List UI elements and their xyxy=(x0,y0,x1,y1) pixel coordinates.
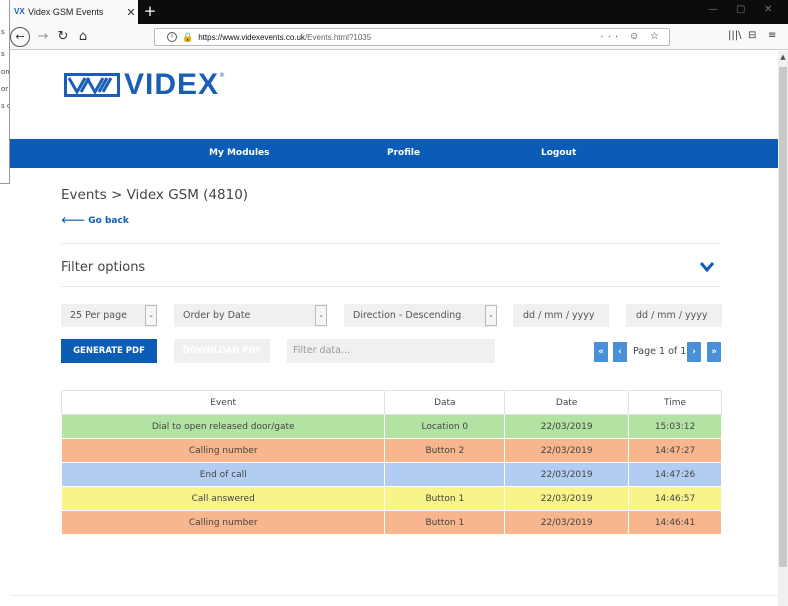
logo-text: VIDEX xyxy=(124,68,220,101)
cell-time: 15:03:12 xyxy=(628,414,722,439)
browser-tab[interactable]: VX Videx GSM Events ✕ xyxy=(10,0,138,24)
vertical-scrollbar[interactable]: ▲ xyxy=(778,51,788,606)
cell-time: 14:46:57 xyxy=(628,486,722,511)
tab-bar: VX Videx GSM Events ✕ + — ▢ ✕ xyxy=(10,0,788,24)
background-text: s xyxy=(1,50,5,58)
cell-time: 14:46:41 xyxy=(628,510,722,535)
back-arrow-icon[interactable]: ← xyxy=(10,27,30,47)
scroll-up-icon[interactable]: ▲ xyxy=(778,53,788,61)
column-header-date[interactable]: Date xyxy=(504,390,630,415)
cell-date: 22/03/2019 xyxy=(504,510,630,535)
direction-select[interactable]: Direction - Descending ⌄ xyxy=(344,304,497,327)
tab-title: Videx GSM Events xyxy=(28,7,104,17)
library-icon[interactable]: |||\ xyxy=(728,30,741,41)
minimize-icon[interactable]: — xyxy=(708,4,718,15)
cell-date: 22/03/2019 xyxy=(504,462,630,487)
background-text: or xyxy=(1,85,9,93)
divider xyxy=(61,243,721,244)
nav-my-modules[interactable]: My Modules xyxy=(209,139,270,168)
home-icon[interactable]: ⌂ xyxy=(76,27,90,47)
last-page-button[interactable]: » xyxy=(707,342,721,362)
cell-data xyxy=(384,462,506,487)
cell-data: Button 1 xyxy=(384,486,506,511)
new-tab-icon[interactable]: + xyxy=(142,2,158,20)
table-row: Calling number Button 1 22/03/2019 14:46… xyxy=(60,510,722,535)
url-bar[interactable]: i 🔒 https://www.videxevents.co.uk/Events… xyxy=(154,28,670,46)
back-arrow-icon: 🡐 xyxy=(61,216,89,226)
scrollbar-thumb[interactable] xyxy=(779,67,787,567)
prev-page-button[interactable]: ‹ xyxy=(613,342,627,362)
column-header-time[interactable]: Time xyxy=(628,390,722,415)
cell-event: Call answered xyxy=(60,486,386,511)
cell-event: End of call xyxy=(60,462,386,487)
cell-data: Button 1 xyxy=(384,510,506,535)
go-back-link[interactable]: 🡐 Go back xyxy=(61,215,129,226)
cell-event: Dial to open released door/gate xyxy=(60,414,386,439)
column-header-data[interactable]: Data xyxy=(384,390,506,415)
divider xyxy=(10,595,778,596)
cell-date: 22/03/2019 xyxy=(504,438,630,463)
videx-logo-mark-icon xyxy=(64,73,120,97)
cell-event: Calling number xyxy=(60,438,386,463)
per-page-select[interactable]: 25 Per page ⌄ xyxy=(61,304,157,327)
events-table: Event Data Date Time Dial to open releas… xyxy=(60,390,722,535)
generate-pdf-button[interactable]: GENERATE PDF xyxy=(61,339,157,363)
chevron-down-icon[interactable] xyxy=(699,261,715,273)
table-header-row: Event Data Date Time xyxy=(60,390,722,415)
cell-event: Calling number xyxy=(60,510,386,535)
close-window-icon[interactable]: ✕ xyxy=(764,4,772,15)
page-indicator: Page 1 of 1 xyxy=(633,346,687,357)
download-pdf-button[interactable]: DOWNLOAD PDF xyxy=(174,339,270,363)
maximize-icon[interactable]: ▢ xyxy=(736,4,745,15)
reload-icon[interactable]: ↻ xyxy=(56,27,70,47)
filter-data-input[interactable]: Filter data... xyxy=(287,339,495,363)
chevron-down-icon: ⌄ xyxy=(485,305,497,326)
order-by-select[interactable]: Order by Date ⌄ xyxy=(174,304,327,327)
background-text: on xyxy=(1,68,10,76)
url-text: https://www.videxevents.co.uk/Events.htm… xyxy=(198,32,372,42)
cell-time: 14:47:27 xyxy=(628,438,722,463)
info-icon[interactable]: i xyxy=(167,32,177,42)
table-row: Calling number Button 2 22/03/2019 14:47… xyxy=(60,438,722,463)
browser-toolbar: ← → ↻ ⌂ i 🔒 https://www.videxevents.co.u… xyxy=(10,24,788,50)
nav-logout[interactable]: Logout xyxy=(541,139,576,168)
page-actions-icon[interactable]: ··· ☺ ☆ xyxy=(600,31,663,42)
logo-registered: ® xyxy=(219,72,226,79)
table-row: End of call 22/03/2019 14:47:26 xyxy=(60,462,722,487)
lock-icon: 🔒 xyxy=(182,31,194,42)
date-from-input[interactable]: dd / mm / yyyy xyxy=(513,304,609,327)
page-title: Events > Videx GSM (4810) xyxy=(61,187,249,203)
videx-logo[interactable]: VIDEX ® xyxy=(64,70,225,100)
main-navigation: My Modules Profile Logout xyxy=(10,139,778,168)
column-header-event[interactable]: Event xyxy=(60,390,386,415)
cell-data: Button 2 xyxy=(384,438,506,463)
cell-date: 22/03/2019 xyxy=(504,414,630,439)
background-window: s s on or s c xyxy=(0,0,10,184)
menu-icon[interactable]: ≡ xyxy=(768,30,776,41)
chevron-down-icon: ⌄ xyxy=(315,305,327,326)
first-page-button[interactable]: « xyxy=(594,342,608,362)
cell-data: Location 0 xyxy=(384,414,506,439)
background-text: s c xyxy=(1,102,10,110)
filter-options-title[interactable]: Filter options xyxy=(61,260,145,275)
cell-date: 22/03/2019 xyxy=(504,486,630,511)
table-row: Call answered Button 1 22/03/2019 14:46:… xyxy=(60,486,722,511)
videx-favicon-icon: VX xyxy=(14,7,25,16)
next-page-button[interactable]: › xyxy=(687,342,701,362)
sidebar-icon[interactable]: ⊟ xyxy=(748,30,756,41)
background-text: s xyxy=(1,28,5,36)
nav-profile[interactable]: Profile xyxy=(387,139,420,168)
date-to-input[interactable]: dd / mm / yyyy xyxy=(626,304,722,327)
chevron-down-icon: ⌄ xyxy=(145,305,157,326)
cell-time: 14:47:26 xyxy=(628,462,722,487)
page-content: VIDEX ® My Modules Profile Logout Events… xyxy=(10,51,778,606)
divider xyxy=(61,286,721,287)
table-row: Dial to open released door/gate Location… xyxy=(60,414,722,439)
tab-close-icon[interactable]: ✕ xyxy=(124,6,138,19)
forward-arrow-icon[interactable]: → xyxy=(36,27,50,47)
